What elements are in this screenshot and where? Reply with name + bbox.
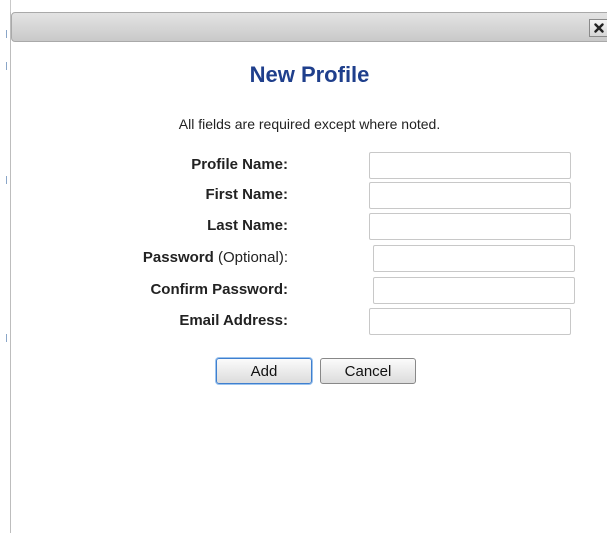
edge-marker <box>6 62 7 70</box>
first-name-row: First Name: <box>11 182 607 210</box>
profile-name-input[interactable] <box>369 152 571 179</box>
optional-note: (Optional): <box>213 249 288 266</box>
profile-name-label: Profile Name: <box>191 156 288 173</box>
dialog-title: New Profile <box>249 62 370 87</box>
email-address-label: Email Address: <box>179 312 288 329</box>
confirm-password-row: Confirm Password: <box>11 277 607 305</box>
close-button[interactable] <box>589 19 607 37</box>
new-profile-dialog: New Profile All fields are required exce… <box>10 12 607 533</box>
profile-name-row: Profile Name: <box>11 152 607 180</box>
first-name-input[interactable] <box>369 182 571 209</box>
last-name-row: Last Name: <box>11 213 607 241</box>
confirm-password-label: Confirm Password: <box>150 281 288 298</box>
password-input[interactable] <box>373 245 575 272</box>
page: New Profile All fields are required exce… <box>0 0 607 533</box>
edge-marker <box>6 334 7 342</box>
email-address-input[interactable] <box>369 308 571 335</box>
password-row: Password (Optional): <box>11 245 607 273</box>
last-name-label: Last Name: <box>207 217 288 234</box>
add-button[interactable]: Add <box>216 358 312 384</box>
email-address-row: Email Address: <box>11 308 607 336</box>
cancel-button[interactable]: Cancel <box>320 358 416 384</box>
confirm-password-input[interactable] <box>373 277 575 304</box>
password-label: Password (Optional): <box>142 249 288 266</box>
dialog-titlebar[interactable] <box>11 12 607 42</box>
last-name-input[interactable] <box>369 213 571 240</box>
edge-marker <box>6 30 7 38</box>
close-icon <box>593 23 604 33</box>
first-name-label: First Name: <box>205 186 288 203</box>
edge-marker <box>6 176 7 184</box>
required-fields-note: All fields are required except where not… <box>178 116 441 132</box>
